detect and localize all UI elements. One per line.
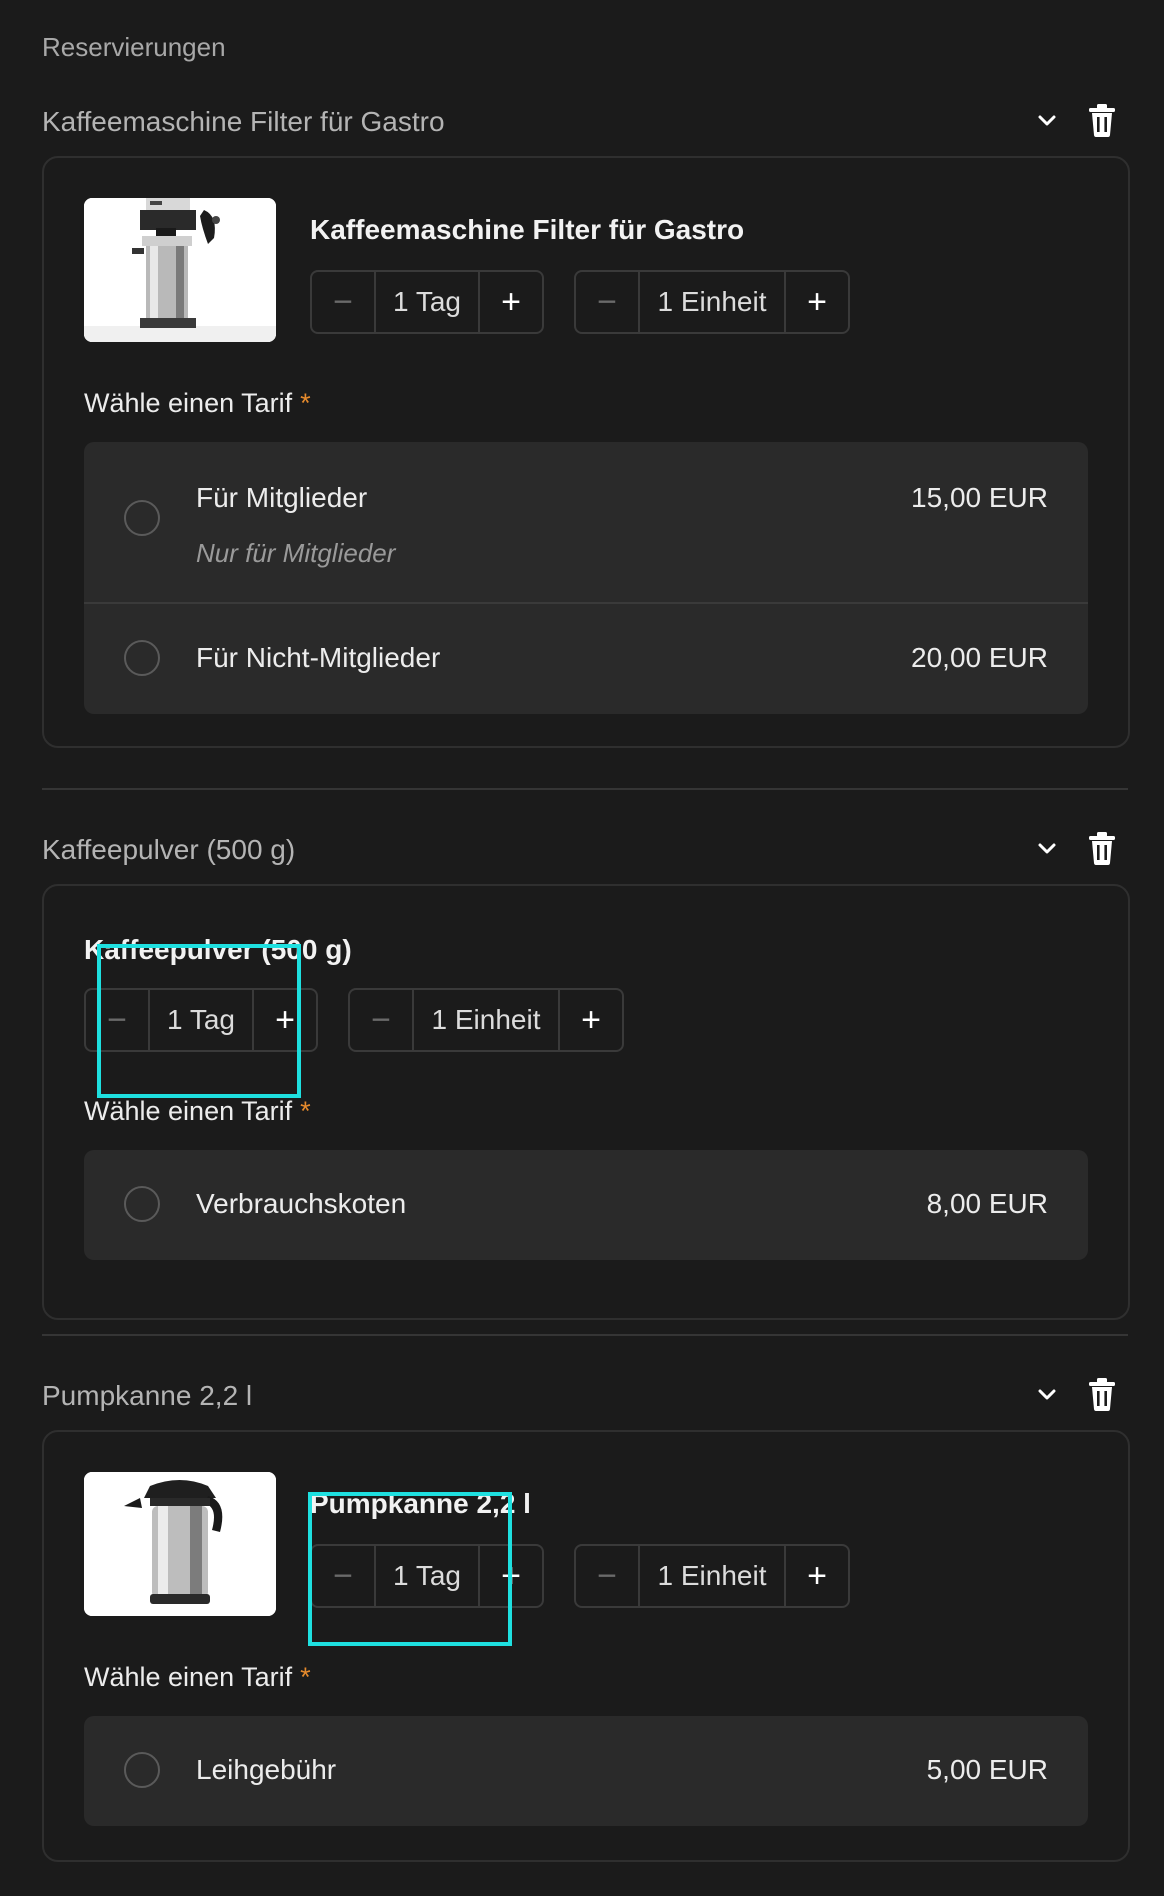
radio-unchecked-icon[interactable] xyxy=(124,500,160,536)
radio-unchecked-icon[interactable] xyxy=(124,1752,160,1788)
section-title: Pumpkanne 2,2 l xyxy=(42,1380,253,1411)
option-price: 8,00 EUR xyxy=(926,1188,1048,1219)
quantity-value: 1 Einheit xyxy=(638,272,786,332)
tarif-options: Leihgebühr 5,00 EUR xyxy=(84,1716,1088,1826)
option-price: 5,00 EUR xyxy=(926,1754,1048,1785)
radio-unchecked-icon[interactable] xyxy=(124,1186,160,1222)
plus-icon: + xyxy=(501,282,521,321)
tarif-options: Verbrauchskoten 8,00 EUR xyxy=(84,1150,1088,1260)
duration-value: 1 Tag xyxy=(374,272,480,332)
quantity-decrement-button[interactable]: − xyxy=(576,272,638,332)
reservation-section-pump-pot: Pumpkanne 2,2 l Pumpkanne 2,2 l − 1 Tag … xyxy=(42,1370,1130,1870)
plus-icon: + xyxy=(807,1556,827,1595)
chevron-down-icon[interactable] xyxy=(1032,1380,1062,1410)
option-name: Für Nicht-Mitglieder xyxy=(196,642,441,673)
required-mark: * xyxy=(300,388,311,418)
tarif-label: Wähle einen Tarif * xyxy=(84,1096,311,1127)
option-name: Für Mitglieder xyxy=(196,482,368,513)
section-title: Kaffeemaschine Filter für Gastro xyxy=(42,106,445,137)
product-image-pump-pot xyxy=(84,1472,276,1616)
radio-unchecked-icon[interactable] xyxy=(124,640,160,676)
option-subtitle: Nur für Mitglieder xyxy=(196,538,396,568)
quantity-decrement-button[interactable]: − xyxy=(576,1546,638,1606)
tarif-label-text: Wähle einen Tarif xyxy=(84,388,293,418)
quantity-stepper: − 1 Einheit + xyxy=(574,270,850,334)
section-header[interactable]: Pumpkanne 2,2 l xyxy=(42,1370,1130,1420)
plus-icon: + xyxy=(581,1000,601,1039)
required-mark: * xyxy=(300,1096,311,1126)
chevron-down-icon[interactable] xyxy=(1032,834,1062,864)
trash-icon[interactable] xyxy=(1086,1376,1118,1412)
section-title: Kaffeepulver (500 g) xyxy=(42,834,296,865)
quantity-stepper: − 1 Einheit + xyxy=(348,988,624,1052)
option-name: Leihgebühr xyxy=(196,1754,337,1785)
tarif-option-consumption[interactable]: Verbrauchskoten 8,00 EUR xyxy=(84,1150,1088,1260)
product-image-coffee-machine xyxy=(84,198,276,342)
trash-icon[interactable] xyxy=(1086,102,1118,138)
tarif-option-non-members[interactable]: Für Nicht-Mitglieder 20,00 EUR xyxy=(84,602,1088,714)
option-price: 20,00 EUR xyxy=(911,642,1048,673)
minus-icon: − xyxy=(371,1000,391,1039)
quantity-value: 1 Einheit xyxy=(638,1546,786,1606)
quantity-increment-button[interactable]: + xyxy=(786,272,848,332)
tarif-option-members[interactable]: Für Mitglieder Nur für Mitglieder 15,00 … xyxy=(84,442,1088,602)
duration-stepper: − 1 Tag + xyxy=(310,270,544,334)
duration-decrement-button[interactable]: − xyxy=(312,272,374,332)
option-name: Verbrauchskoten xyxy=(196,1188,407,1219)
tarif-option-rental-fee[interactable]: Leihgebühr 5,00 EUR xyxy=(84,1716,1088,1826)
product-name: Kaffeemaschine Filter für Gastro xyxy=(310,214,745,245)
option-price: 15,00 EUR xyxy=(911,482,1048,513)
section-divider xyxy=(42,1334,1128,1336)
plus-icon: + xyxy=(807,282,827,321)
tarif-options: Für Mitglieder Nur für Mitglieder 15,00 … xyxy=(84,442,1088,714)
section-divider xyxy=(42,788,1128,790)
required-mark: * xyxy=(300,1662,311,1692)
chevron-down-icon[interactable] xyxy=(1032,106,1062,136)
highlight-box xyxy=(308,1492,512,1646)
reservation-section-coffee-machine: Kaffeemaschine Filter für Gastro Kaffeem… xyxy=(42,96,1130,756)
product-card: Pumpkanne 2,2 l − 1 Tag + − 1 Einheit + … xyxy=(42,1430,1130,1862)
quantity-stepper: − 1 Einheit + xyxy=(574,1544,850,1608)
section-header[interactable]: Kaffeepulver (500 g) xyxy=(42,824,1130,874)
page-label: Reservierungen xyxy=(42,32,226,62)
minus-icon: − xyxy=(333,282,353,321)
tarif-label: Wähle einen Tarif * xyxy=(84,388,311,419)
minus-icon: − xyxy=(597,282,617,321)
section-header[interactable]: Kaffeemaschine Filter für Gastro xyxy=(42,96,1130,146)
tarif-label-text: Wähle einen Tarif xyxy=(84,1096,293,1126)
minus-icon: − xyxy=(597,1556,617,1595)
highlight-box xyxy=(97,944,301,1098)
quantity-increment-button[interactable]: + xyxy=(786,1546,848,1606)
tarif-label: Wähle einen Tarif * xyxy=(84,1662,311,1693)
duration-increment-button[interactable]: + xyxy=(480,272,542,332)
tarif-label-text: Wähle einen Tarif xyxy=(84,1662,293,1692)
product-card: Kaffeemaschine Filter für Gastro − 1 Tag… xyxy=(42,156,1130,748)
trash-icon[interactable] xyxy=(1086,830,1118,866)
quantity-value: 1 Einheit xyxy=(412,990,560,1050)
quantity-decrement-button[interactable]: − xyxy=(350,990,412,1050)
quantity-increment-button[interactable]: + xyxy=(560,990,622,1050)
